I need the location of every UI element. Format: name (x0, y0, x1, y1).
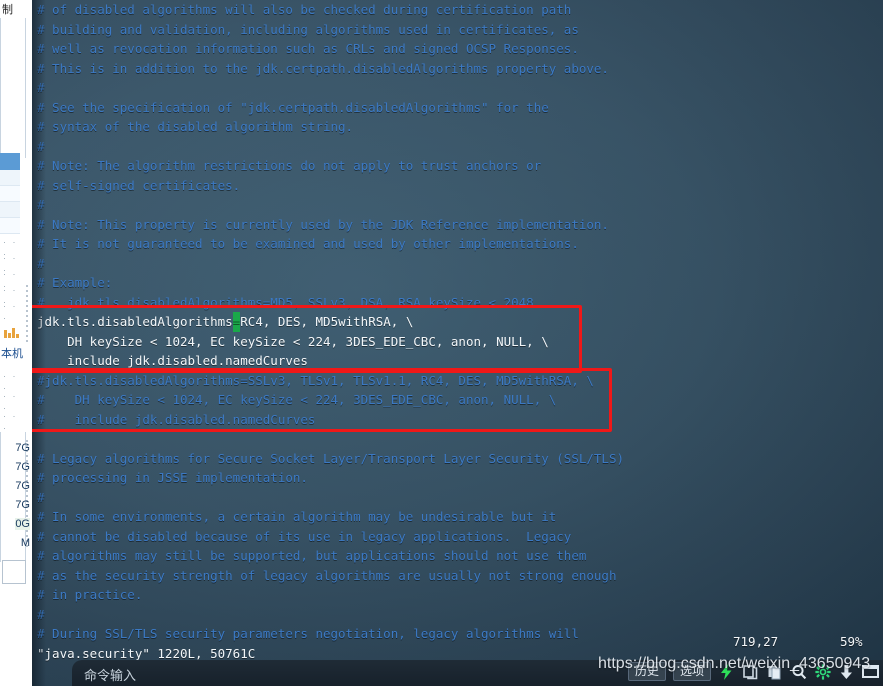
code-line: # This is in addition to the jdk.certpat… (37, 60, 609, 76)
background-box (2, 560, 26, 584)
background-app-sliver: 制 · · · · · · · · · · · · · · · 本机 · · ·… (0, 0, 32, 686)
background-app-cn-label: 本机 (1, 348, 23, 360)
code-line: # include jdk.disabled.namedCurves (37, 411, 316, 427)
background-selected-row (0, 153, 20, 170)
code-line: include jdk.disabled.namedCurves (37, 353, 308, 368)
background-size-value: 7G (15, 461, 30, 473)
background-row (0, 186, 20, 202)
code-line: # as the security strength of legacy alg… (37, 567, 617, 583)
code-line: # building and validation, including alg… (37, 21, 579, 37)
vim-text-area[interactable]: # of disabled algorithms will also be ch… (32, 0, 883, 663)
command-input-field[interactable]: 命令输入 (84, 665, 136, 684)
background-separator (26, 285, 28, 345)
code-line: # In some environments, a certain algori… (37, 509, 557, 524)
text-cursor: = (232, 312, 241, 332)
code-line: # (37, 255, 45, 271)
code-line: # processing in JSSE implementation. (37, 470, 308, 485)
scroll-percent-indicator: 59% (840, 634, 863, 649)
code-line: # cannot be disabled because of its use … (37, 528, 572, 544)
code-line: # (37, 138, 45, 154)
background-row (0, 170, 20, 186)
terminal-window[interactable]: # of disabled algorithms will also be ch… (32, 0, 883, 686)
code-line: #jdk.tls.disabledAlgorithms=SSLv3, TLSv1… (37, 372, 594, 388)
background-app-top-label: 制 (2, 4, 13, 16)
code-line: # jdk.tls.disabledAlgorithms=MD5, SSLv3,… (37, 294, 534, 310)
code-line: # (37, 606, 45, 622)
background-size-value: 0G (15, 518, 30, 530)
code-line: # syntax of the disabled algorithm strin… (37, 119, 354, 134)
code-line: # algorithms may still be supported, but… (37, 548, 587, 563)
background-size-value: M (20, 537, 30, 549)
background-panel-upper (0, 18, 26, 158)
code-line: # (37, 489, 45, 505)
code-line: # in practice. (37, 587, 143, 602)
background-size-value: 7G (15, 480, 30, 492)
cursor-position-indicator: 719,27 (733, 634, 779, 649)
code-line: # Note: This property is currently used … (37, 216, 609, 232)
screenshot-root: 制 · · · · · · · · · · · · · · · 本机 · · ·… (0, 0, 883, 686)
background-mini-bars (4, 320, 20, 338)
code-line: # self-signed certificates. (37, 177, 241, 193)
background-size-value: 7G (15, 442, 30, 454)
code-line: # Legacy algorithms for Secure Socket La… (37, 450, 624, 466)
code-line: # (37, 197, 45, 212)
background-size-value: 7G (15, 499, 30, 511)
code-line: # well as revocation information such as… (37, 41, 579, 56)
background-row (0, 202, 20, 218)
code-line: DH keySize < 1024, EC keySize < 224, 3DE… (37, 333, 549, 349)
code-line: # Note: The algorithm restrictions do no… (37, 158, 542, 173)
code-line: # It is not guaranteed to be examined an… (37, 236, 579, 251)
watermark-url: https://blog.csdn.net/weixin_43650943 (598, 655, 871, 672)
code-line: # See the specification of "jdk.certpath… (37, 99, 549, 115)
background-dots: · · · (3, 411, 18, 433)
code-line: # of disabled algorithms will also be ch… (37, 2, 572, 17)
code-line: # DH keySize < 1024, EC keySize < 224, 3… (37, 392, 557, 407)
code-line: jdk.tls.disabledAlgorithms=RC4, DES, MD5… (32, 312, 883, 332)
code-line: # (37, 80, 45, 95)
background-row (0, 218, 20, 234)
code-line: # Example: (37, 275, 113, 290)
background-separator (26, 440, 28, 550)
